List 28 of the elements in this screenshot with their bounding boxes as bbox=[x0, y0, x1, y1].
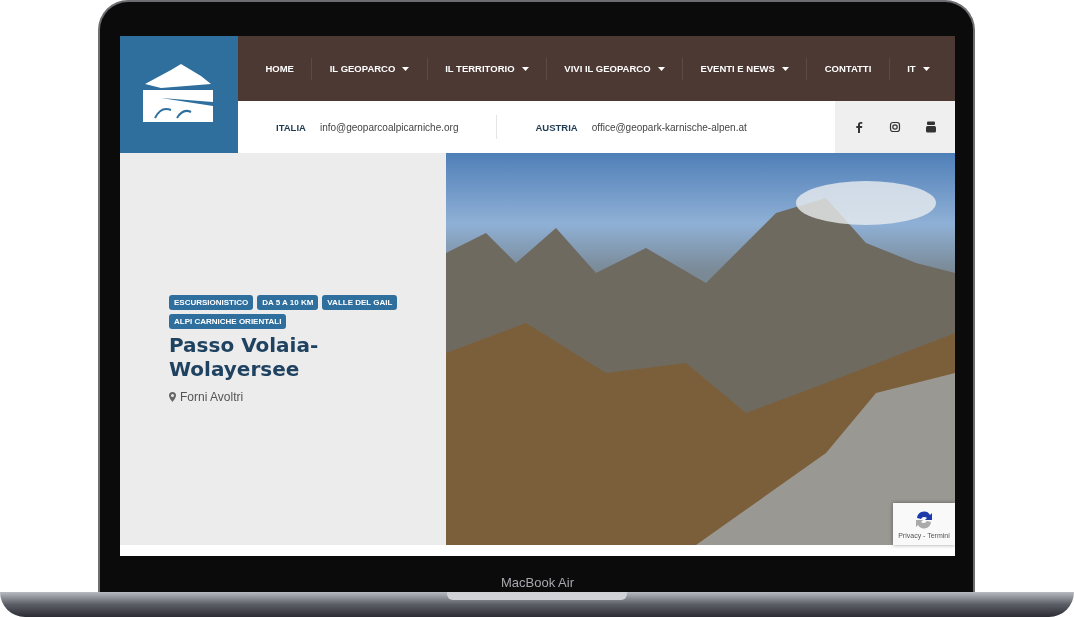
nav-link[interactable]: VIVI IL GEOPARCO bbox=[545, 57, 682, 80]
country-label: ITALIA bbox=[276, 121, 306, 133]
caret-icon bbox=[657, 66, 665, 71]
map-pin-icon bbox=[169, 391, 176, 402]
nav-link[interactable]: EVENTI E NEWS bbox=[682, 57, 807, 80]
location-text: Forni Avoltri bbox=[180, 389, 244, 404]
nav-link[interactable]: CONTATTI bbox=[806, 57, 889, 80]
caret-icon bbox=[402, 66, 410, 71]
nav-link[interactable]: IT bbox=[888, 57, 947, 80]
device-label: MacBook Air bbox=[501, 575, 574, 590]
tag[interactable]: ALPI CARNICHE ORIENTALI bbox=[169, 313, 287, 329]
instagram-icon[interactable] bbox=[889, 121, 901, 133]
tag[interactable]: DA 5 A 10 KM bbox=[257, 294, 319, 310]
nav-link[interactable]: HOME bbox=[248, 57, 312, 80]
logo[interactable] bbox=[120, 36, 238, 153]
caret-icon bbox=[781, 66, 789, 71]
email-link[interactable]: info@geoparcoalpicarniche.org bbox=[319, 121, 459, 133]
caret-icon bbox=[521, 66, 529, 71]
recaptcha-icon bbox=[914, 509, 934, 530]
country-label: AUSTRIA bbox=[535, 121, 578, 133]
email-link[interactable]: office@geopark-karnische-alpen.at bbox=[591, 121, 747, 133]
nav-link[interactable]: IL GEOPARCO bbox=[311, 57, 427, 80]
trail-title: Passo Volaia-Wolayersee bbox=[169, 332, 320, 381]
nav-link[interactable]: IL TERRITORIO bbox=[426, 57, 546, 80]
facebook-icon[interactable] bbox=[853, 121, 865, 133]
caret-icon bbox=[922, 66, 930, 71]
tag[interactable]: ESCURSIONISTICO bbox=[169, 294, 254, 310]
tag[interactable]: VALLE DEL GAIL bbox=[322, 294, 398, 310]
